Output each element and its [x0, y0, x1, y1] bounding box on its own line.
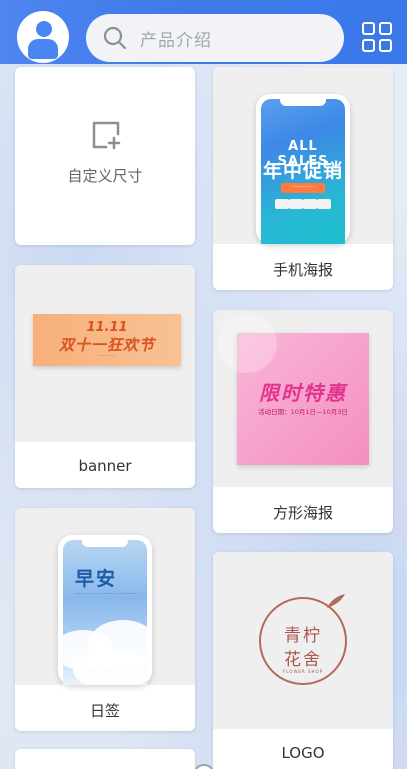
square-poster-label: 方形海报 [272, 504, 333, 522]
leaf-icon [327, 594, 345, 608]
grid-menu-icon[interactable] [362, 22, 394, 54]
user-icon [36, 21, 52, 37]
square-poster-art-title: 限时特惠 [259, 381, 347, 405]
square-poster-thumbnail: 限时特惠 活动日期：10月1日—10月3日 [213, 310, 393, 487]
add-square-icon [92, 121, 121, 150]
daily-sign-artwork: 早安 ·············· ·············· ·······… [63, 540, 147, 685]
phone-poster-thumbnail: ALL SALES 年中促销 ············ [213, 67, 393, 244]
phone-notch [280, 99, 326, 106]
phone-notch [82, 540, 128, 547]
square-poster-card[interactable]: 限时特惠 活动日期：10月1日—10月3日 方形海报 [213, 310, 393, 533]
search-input[interactable]: 产品介绍 [86, 14, 344, 62]
daily-sign-art-text: ·············· ·············· ··········… [75, 592, 138, 597]
phone-poster-card[interactable]: ALL SALES 年中促销 ············ 手机海报 [213, 67, 393, 290]
logo-art-line2: 花舍 [284, 650, 322, 670]
logo-art-line3: FLOWER SHOP [282, 669, 324, 674]
phone-mockup: 早安 ·············· ·············· ·······… [58, 535, 152, 685]
banner-card[interactable]: 11.11 双十一狂欢节 ··········· banner [15, 265, 195, 488]
square-poster-art-subtitle: 活动日期：10月1日—10月3日 [258, 408, 348, 416]
daily-sign-thumbnail: 早安 ·············· ·············· ·······… [15, 508, 195, 685]
banner-thumbnail: 11.11 双十一狂欢节 ··········· [15, 265, 195, 442]
daily-sign-card[interactable]: 早安 ·············· ·············· ·······… [15, 508, 195, 731]
search-placeholder: 产品介绍 [140, 30, 212, 51]
custom-size-card[interactable]: 自定义尺寸 [15, 67, 195, 245]
banner-art-title: 双十一狂欢节 [58, 336, 155, 354]
banner-label: banner [78, 457, 132, 475]
banner-art-line: ··········· [98, 353, 116, 359]
top-bar: 产品介绍 [0, 0, 407, 64]
logo-artwork: 青柠 花舍 FLOWER SHOP [259, 594, 347, 685]
daily-sign-art-title: 早安 [75, 568, 118, 590]
logo-card[interactable]: 青柠 花舍 FLOWER SHOP LOGO [213, 552, 393, 769]
phone-poster-label: 手机海报 [272, 261, 333, 279]
template-grid: 自定义尺寸 11.11 双十一狂欢节 ··········· banner 早安… [0, 50, 407, 769]
banner-artwork: 11.11 双十一狂欢节 ··········· [33, 314, 181, 366]
avatar[interactable] [17, 11, 69, 63]
phone-poster-art-strip: ············ [281, 183, 325, 193]
phone-poster-artwork: ALL SALES 年中促销 ············ [261, 99, 345, 244]
phone-poster-art-cn: 年中促销 [262, 160, 343, 182]
square-poster-artwork: 限时特惠 活动日期：10月1日—10月3日 [217, 313, 369, 465]
partial-card-left[interactable] [15, 749, 195, 769]
logo-label: LOGO [281, 744, 325, 762]
logo-thumbnail: 青柠 花舍 FLOWER SHOP [213, 552, 393, 729]
phone-poster-art-products [275, 199, 331, 209]
banner-art-date: 11.11 [86, 320, 128, 335]
phone-mockup: ALL SALES 年中促销 ············ [256, 94, 350, 244]
daily-sign-label: 日签 [89, 702, 120, 720]
custom-size-label: 自定义尺寸 [67, 167, 143, 185]
search-icon [103, 26, 127, 50]
logo-art-line1: 青柠 [284, 626, 322, 646]
